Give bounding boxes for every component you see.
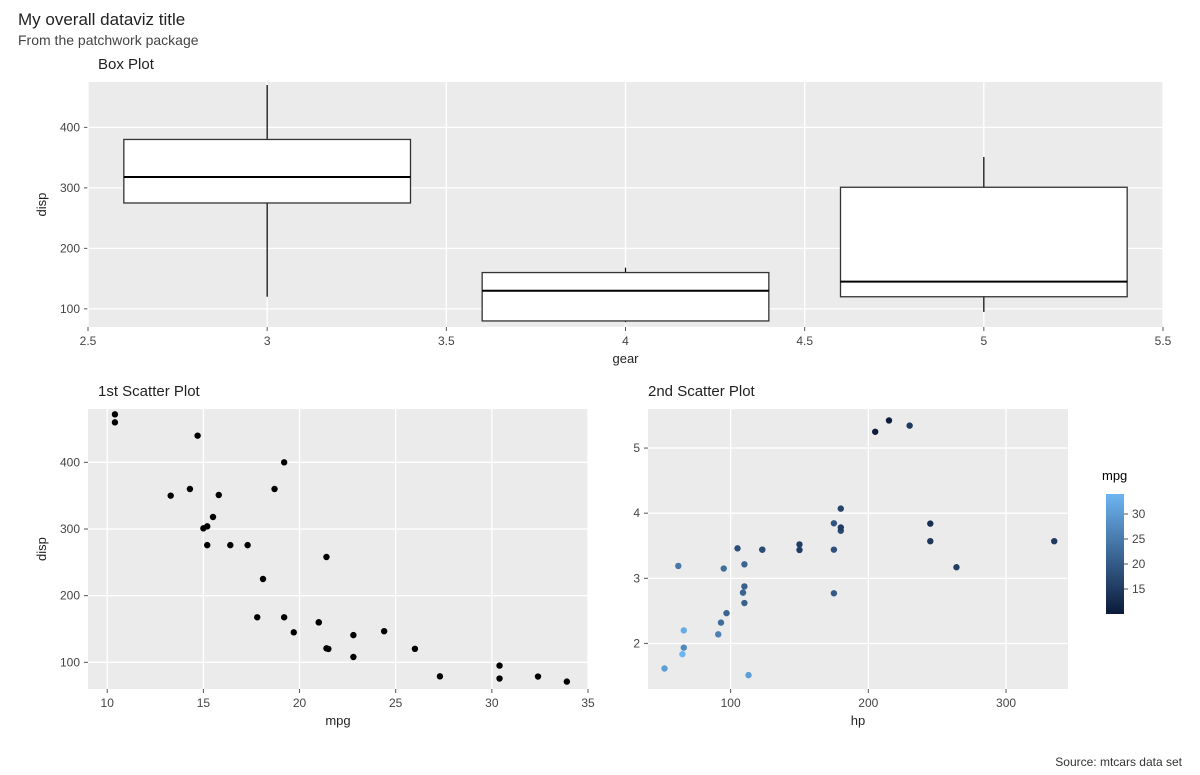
svg-text:5: 5 bbox=[633, 441, 640, 455]
scatter1-svg: 100 200 300 400 10 15 20 25 30 35 disp mpg bbox=[18, 404, 608, 744]
svg-text:15: 15 bbox=[197, 696, 211, 710]
scatter2-panel: 2nd Scatter Plot 2345100200300wthpmpg152… bbox=[608, 383, 1178, 744]
svg-text:2.5: 2.5 bbox=[80, 334, 97, 348]
svg-text:2: 2 bbox=[633, 636, 640, 650]
svg-text:100: 100 bbox=[60, 655, 80, 669]
svg-text:20: 20 bbox=[293, 696, 307, 710]
svg-text:hp: hp bbox=[851, 713, 865, 728]
svg-text:5.5: 5.5 bbox=[1155, 334, 1172, 348]
svg-text:4.5: 4.5 bbox=[796, 334, 813, 348]
overall-title: My overall dataviz title bbox=[18, 10, 1184, 30]
svg-text:4: 4 bbox=[622, 334, 629, 348]
overall-subtitle: From the patchwork package bbox=[18, 32, 1184, 48]
svg-text:100: 100 bbox=[60, 302, 80, 316]
svg-text:15: 15 bbox=[1132, 582, 1146, 596]
svg-text:400: 400 bbox=[60, 120, 80, 134]
panel-title-box: Box Plot bbox=[98, 56, 1184, 73]
scatter2-svg: 2 3 4 5 100 200 300 wt hp mpg 15 20 25 30 bbox=[608, 404, 1178, 744]
scatter1-panel: 1st Scatter Plot 100 200 300 400 10 15 20 25 30 3… bbox=[18, 383, 608, 744]
svg-text:35: 35 bbox=[581, 696, 595, 710]
svg-text:20: 20 bbox=[1132, 557, 1146, 571]
svg-text:30: 30 bbox=[1132, 507, 1146, 521]
svg-text:400: 400 bbox=[60, 455, 80, 469]
svg-text:disp: disp bbox=[34, 537, 49, 561]
svg-text:10: 10 bbox=[101, 696, 115, 710]
boxplot-panel: Box Plot 100 200 300 400 2.5 3 3.5 4 4.5 5 5.5 disp… bbox=[18, 56, 1184, 377]
svg-text:3.5: 3.5 bbox=[438, 334, 455, 348]
svg-text:3: 3 bbox=[633, 571, 640, 585]
svg-text:gear: gear bbox=[612, 351, 639, 366]
svg-text:disp: disp bbox=[34, 193, 49, 217]
svg-text:200: 200 bbox=[60, 241, 80, 255]
svg-text:5: 5 bbox=[980, 334, 987, 348]
svg-text:100: 100 bbox=[721, 696, 741, 710]
boxplot-svg: 100 200 300 400 2.5 3 3.5 4 4.5 5 5.5 disp gear bbox=[18, 77, 1178, 377]
svg-text:300: 300 bbox=[60, 522, 80, 536]
svg-text:25: 25 bbox=[1132, 532, 1146, 546]
panel-title-s2: 2nd Scatter Plot bbox=[648, 383, 1178, 400]
svg-text:300: 300 bbox=[996, 696, 1016, 710]
svg-text:200: 200 bbox=[60, 589, 80, 603]
svg-text:30: 30 bbox=[485, 696, 499, 710]
svg-text:25: 25 bbox=[389, 696, 403, 710]
svg-text:200: 200 bbox=[858, 696, 878, 710]
svg-text:mpg: mpg bbox=[325, 713, 350, 728]
svg-text:wt: wt bbox=[608, 542, 609, 556]
svg-text:3: 3 bbox=[264, 334, 271, 348]
panel-title-s1: 1st Scatter Plot bbox=[98, 383, 608, 400]
svg-text:300: 300 bbox=[60, 181, 80, 195]
caption: Source: mtcars data set bbox=[1055, 755, 1182, 769]
svg-text:mpg: mpg bbox=[1102, 468, 1127, 483]
svg-text:4: 4 bbox=[633, 506, 640, 520]
